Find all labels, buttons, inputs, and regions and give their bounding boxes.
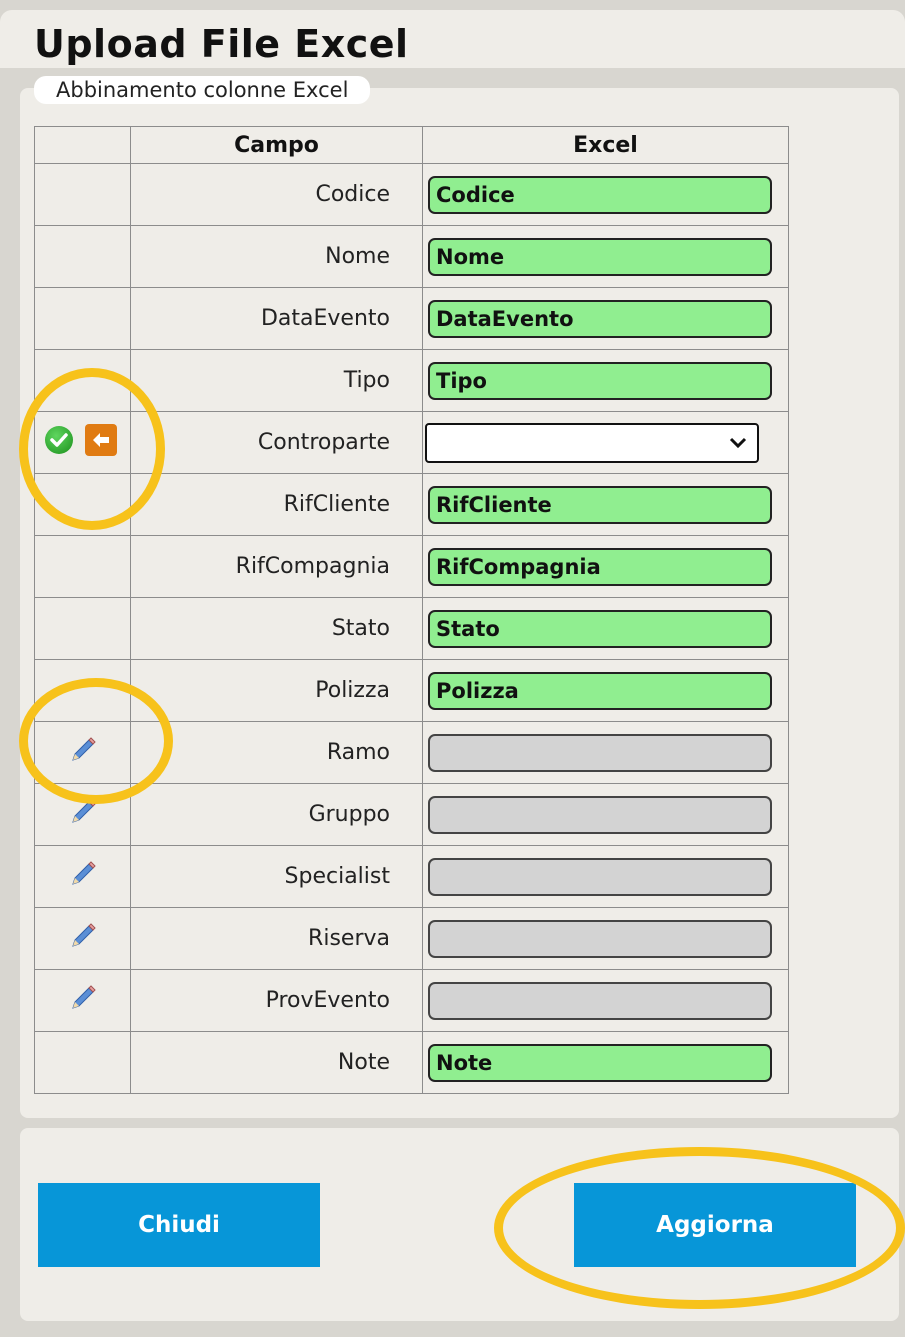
row-icon-cell [34,907,131,970]
check-icon[interactable] [45,426,73,454]
pencil-icon[interactable] [68,983,98,1017]
pencil-icon[interactable] [68,921,98,955]
campo-label: Controparte [130,411,423,474]
excel-cell [422,907,789,970]
row-icon-cell [34,287,131,350]
excel-column-field[interactable] [428,981,772,1020]
table-row: Stato Stato [34,597,789,660]
row-icon-cell [34,473,131,536]
excel-cell: Polizza [422,659,789,722]
excel-column-field[interactable] [428,919,772,958]
row-icon-cell [34,597,131,660]
campo-label: Note [130,1031,423,1094]
excel-cell [422,721,789,784]
header-icon [34,126,131,164]
excel-column-select[interactable] [425,422,759,463]
excel-column-field[interactable]: RifCompagnia [428,547,772,586]
row-icon-cell [34,659,131,722]
excel-cell [422,969,789,1032]
row-icon-cell [34,411,131,474]
table-row: Nome Nome [34,225,789,288]
excel-column-field[interactable]: Stato [428,609,772,648]
table-row: Riserva [34,907,789,970]
campo-label: Stato [130,597,423,660]
campo-label: RifCompagnia [130,535,423,598]
update-button[interactable]: Aggiorna [574,1183,856,1267]
pencil-icon[interactable] [68,735,98,769]
excel-cell: Codice [422,163,789,226]
campo-label: Riserva [130,907,423,970]
excel-column-field[interactable] [428,733,772,772]
title-bar: Upload File Excel [0,10,905,68]
campo-label: Tipo [130,349,423,412]
table-row: Controparte [34,411,789,474]
excel-cell: Note [422,1031,789,1094]
excel-column-field[interactable]: Nome [428,237,772,276]
close-button[interactable]: Chiudi [38,1183,320,1267]
arrow-left-icon[interactable] [85,424,117,456]
campo-label: Nome [130,225,423,288]
table-row: Codice Codice [34,163,789,226]
row-icon-cell [34,721,131,784]
pencil-icon[interactable] [68,797,98,831]
excel-cell: Tipo [422,349,789,412]
table-row: Specialist [34,845,789,908]
campo-label: Ramo [130,721,423,784]
row-icon-cell [34,845,131,908]
excel-column-field[interactable]: DataEvento [428,299,772,338]
excel-cell: RifCompagnia [422,535,789,598]
mapping-body: Codice Codice Nome Nome DataEvento DataEvento… [34,163,789,1094]
campo-label: Specialist [130,845,423,908]
table-row: Polizza Polizza [34,659,789,722]
campo-label: ProvEvento [130,969,423,1032]
row-icon-cell [34,1031,131,1094]
excel-column-field[interactable]: Note [428,1043,772,1082]
table-row: Gruppo [34,783,789,846]
table-row: RifCompagnia RifCompagnia [34,535,789,598]
excel-column-field[interactable]: Codice [428,175,772,214]
row-icon-cell [34,163,131,226]
excel-cell [422,411,789,474]
header-row: Campo Excel [34,126,789,164]
excel-cell: RifCliente [422,473,789,536]
table-row: Tipo Tipo [34,349,789,412]
excel-cell [422,845,789,908]
campo-label: Gruppo [130,783,423,846]
excel-column-field[interactable]: Polizza [428,671,772,710]
table-row: Note Note [34,1031,789,1094]
row-icon-cell [34,225,131,288]
table-row: ProvEvento [34,969,789,1032]
pencil-icon[interactable] [68,859,98,893]
excel-cell: Stato [422,597,789,660]
excel-cell: Nome [422,225,789,288]
table-row: DataEvento DataEvento [34,287,789,350]
table-row: RifCliente RifCliente [34,473,789,536]
campo-label: DataEvento [130,287,423,350]
campo-label: Codice [130,163,423,226]
row-icon-cell [34,969,131,1032]
excel-cell: DataEvento [422,287,789,350]
panel-legend: Abbinamento colonne Excel [34,76,371,104]
excel-column-field[interactable]: RifCliente [428,485,772,524]
excel-cell [422,783,789,846]
row-icon-cell [34,349,131,412]
row-icon-cell [34,535,131,598]
campo-label: Polizza [130,659,423,722]
campo-label: RifCliente [130,473,423,536]
mapping-table: Campo Excel Codice Codice Nome Nome DataEven… [34,126,789,1094]
header-campo: Campo [130,126,423,164]
header-excel: Excel [422,126,789,164]
row-icon-cell [34,783,131,846]
table-row: Ramo [34,721,789,784]
excel-column-field[interactable] [428,795,772,834]
upload-dialog: Upload File Excel Abbinamento colonne Ex… [0,0,905,1337]
dialog-title: Upload File Excel [34,22,409,66]
excel-column-field[interactable]: Tipo [428,361,772,400]
excel-column-field[interactable] [428,857,772,896]
